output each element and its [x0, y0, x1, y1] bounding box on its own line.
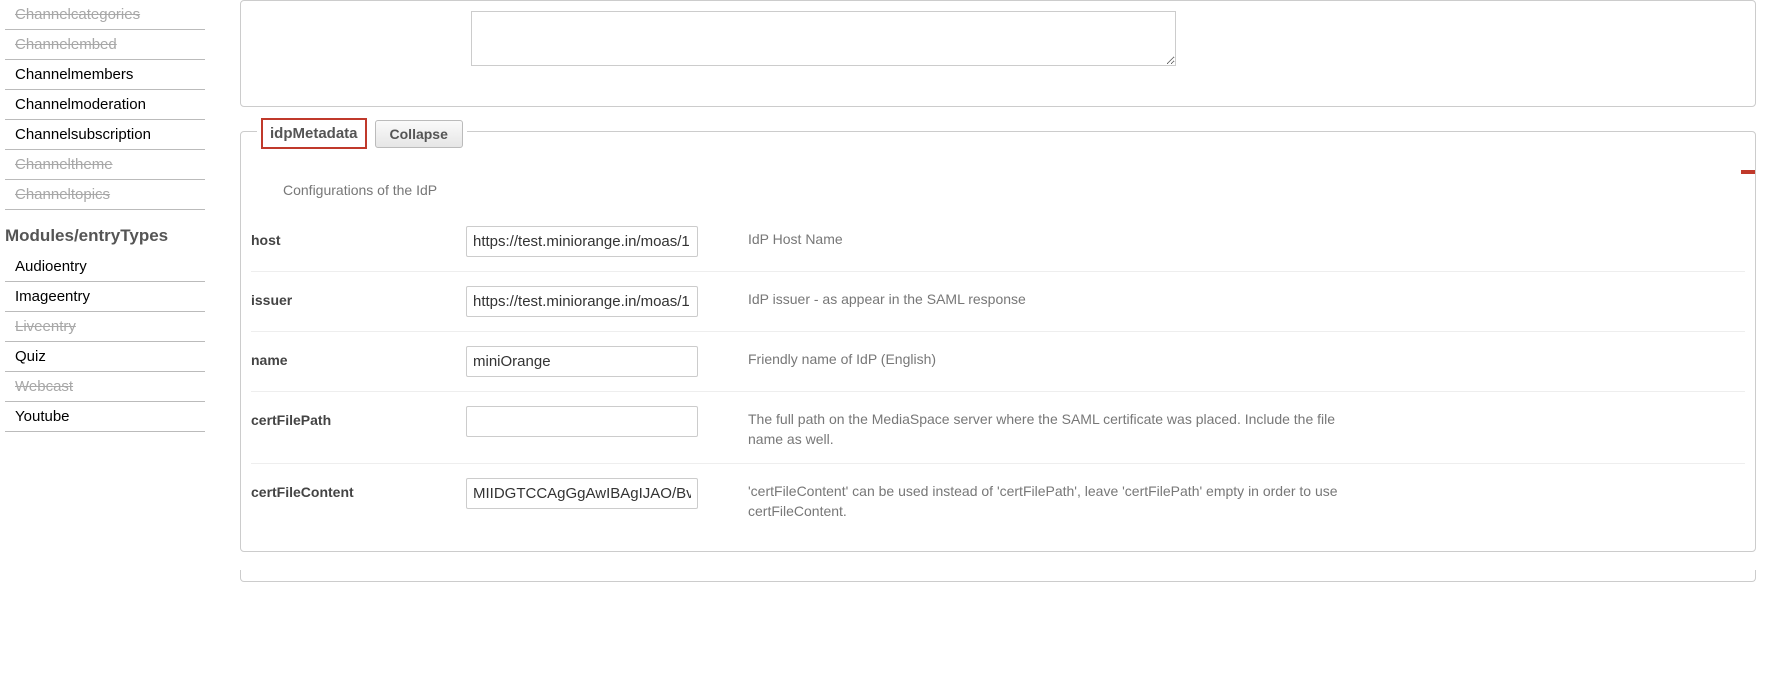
fieldset-legend: idpMetadata Collapse: [257, 118, 467, 149]
sidebar-item-channelembed[interactable]: Channelembed: [5, 30, 205, 60]
row-certfilepath: certFilePath The full path on the MediaS…: [251, 392, 1745, 464]
input-certfilecontent[interactable]: [466, 478, 698, 509]
main-content: idpMetadata Collapse Configurations of t…: [210, 0, 1776, 582]
desc-host: IdP Host Name: [698, 226, 1338, 250]
desc-issuer: IdP issuer - as appear in the SAML respo…: [698, 286, 1338, 310]
sidebar: Channelcategories Channelembed Channelme…: [0, 0, 210, 432]
row-name: name Friendly name of IdP (English): [251, 332, 1745, 392]
idpmetadata-fieldset: idpMetadata Collapse Configurations of t…: [240, 131, 1756, 552]
previous-section-box: [240, 0, 1756, 107]
label-certfilepath: certFilePath: [251, 406, 466, 428]
label-issuer: issuer: [251, 286, 466, 308]
previous-section-textarea[interactable]: [471, 11, 1176, 66]
desc-name: Friendly name of IdP (English): [698, 346, 1338, 370]
sidebar-item-channelmembers[interactable]: Channelmembers: [5, 60, 205, 90]
desc-certfilepath: The full path on the MediaSpace server w…: [698, 406, 1338, 449]
label-name: name: [251, 346, 466, 368]
input-name[interactable]: [466, 346, 698, 377]
collapse-button[interactable]: Collapse: [375, 120, 463, 148]
row-host: host IdP Host Name: [251, 212, 1745, 272]
input-certfilepath[interactable]: [466, 406, 698, 437]
sidebar-item-liveentry[interactable]: Liveentry: [5, 312, 205, 342]
sidebar-item-audioentry[interactable]: Audioentry: [5, 252, 205, 282]
input-host[interactable]: [466, 226, 698, 257]
sidebar-item-imageentry[interactable]: Imageentry: [5, 282, 205, 312]
row-certfilecontent: certFileContent 'certFileContent' can be…: [251, 464, 1745, 535]
label-certfilecontent: certFileContent: [251, 478, 466, 500]
sidebar-item-channeltheme[interactable]: Channeltheme: [5, 150, 205, 180]
sidebar-item-channelcategories[interactable]: Channelcategories: [5, 0, 205, 30]
sidebar-item-quiz[interactable]: Quiz: [5, 342, 205, 372]
sidebar-item-channelmoderation[interactable]: Channelmoderation: [5, 90, 205, 120]
row-issuer: issuer IdP issuer - as appear in the SAM…: [251, 272, 1745, 332]
idpmetadata-tab[interactable]: idpMetadata: [261, 118, 367, 149]
input-issuer[interactable]: [466, 286, 698, 317]
sidebar-item-webcast[interactable]: Webcast: [5, 372, 205, 402]
sidebar-group-modules-entrytypes: Modules/entryTypes: [5, 210, 205, 252]
desc-certfilecontent: 'certFileContent' can be used instead of…: [698, 478, 1338, 521]
outer-section-bottom-border: [240, 570, 1756, 582]
sidebar-item-channelsubscription[interactable]: Channelsubscription: [5, 120, 205, 150]
label-host: host: [251, 226, 466, 248]
sidebar-item-channeltopics[interactable]: Channeltopics: [5, 180, 205, 210]
sidebar-item-youtube[interactable]: Youtube: [5, 402, 205, 432]
fieldset-subdescription: Configurations of the IdP: [283, 182, 1745, 198]
